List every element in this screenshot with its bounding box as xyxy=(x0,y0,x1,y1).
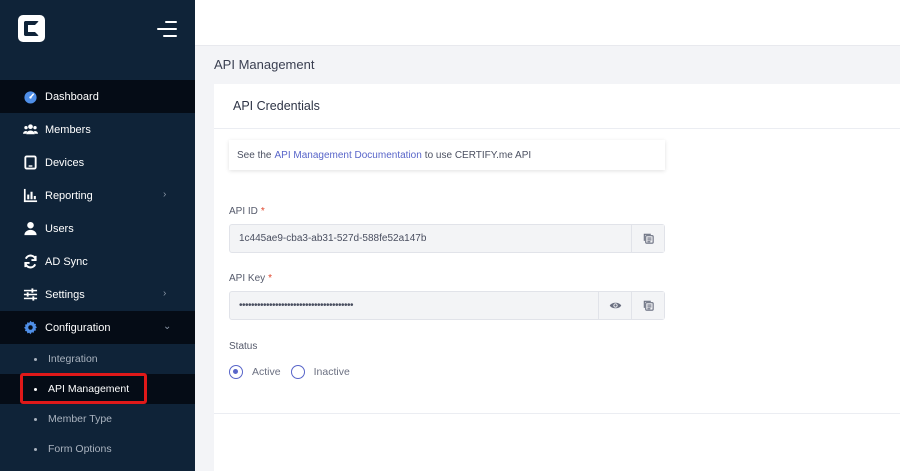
members-icon xyxy=(22,122,38,138)
api-key-label: API Key * xyxy=(229,273,272,284)
user-icon xyxy=(22,221,38,237)
card-title: API Credentials xyxy=(214,84,900,129)
api-id-value[interactable]: 1c445ae9-cba3-ab31-527d-588fe52a147b xyxy=(230,233,631,244)
eye-icon xyxy=(609,302,621,309)
sidebar-subitem-integration[interactable]: Integration xyxy=(0,344,195,374)
chevron-right-icon[interactable]: › xyxy=(163,190,173,200)
radio-label: Active xyxy=(252,366,281,378)
radio-checked-icon[interactable] xyxy=(229,365,243,379)
sidebar-item-configuration[interactable]: Configuration ⌄ xyxy=(0,311,195,344)
certify-logo[interactable] xyxy=(18,15,45,42)
notice-suffix: to use CERTIFY.me API xyxy=(424,149,532,161)
sidebar-item-label: Settings xyxy=(45,288,85,301)
card-divider xyxy=(214,413,900,414)
sliders-icon xyxy=(22,287,38,303)
api-id-label-text: API ID xyxy=(229,206,258,217)
sidebar-item-users[interactable]: Users xyxy=(0,212,195,245)
api-id-field[interactable]: 1c445ae9-cba3-ab31-527d-588fe52a147b xyxy=(229,224,665,253)
sidebar-item-label: Dashboard xyxy=(45,90,99,103)
sidebar-item-devices[interactable]: Devices xyxy=(0,146,195,179)
status-active-radio[interactable]: Active xyxy=(229,365,281,379)
page-title: API Management xyxy=(214,57,315,72)
sidebar-subitem-label: Integration xyxy=(48,353,98,365)
api-credentials-card: API Credentials See the API Management D… xyxy=(214,84,900,471)
devices-icon xyxy=(22,155,38,171)
bullet-icon xyxy=(34,387,37,391)
bullet-icon xyxy=(34,357,37,361)
reporting-icon xyxy=(22,188,38,204)
sidebar-item-label: Reporting xyxy=(45,189,93,202)
sidebar-item-settings[interactable]: Settings › xyxy=(0,278,195,311)
sidebar-item-ad-sync[interactable]: AD Sync xyxy=(0,245,195,278)
sidebar-subitem-label: API Management xyxy=(48,383,130,395)
required-marker: * xyxy=(268,273,273,284)
sidebar-item-label: AD Sync xyxy=(45,255,88,268)
sidebar-subitem-api-management[interactable]: API Management xyxy=(0,374,195,404)
top-bar xyxy=(195,0,900,46)
sync-icon xyxy=(22,254,38,270)
sidebar: Dashboard Members Devices Reporting › Us… xyxy=(0,0,195,471)
radio-label: Inactive xyxy=(313,366,350,378)
sidebar-item-label: Members xyxy=(45,123,91,136)
copy-api-id-button[interactable] xyxy=(631,225,664,252)
sidebar-subitem-member-type[interactable]: Member Type xyxy=(0,404,195,434)
gear-icon xyxy=(22,320,38,336)
sidebar-item-label: Devices xyxy=(45,156,85,169)
api-key-value[interactable]: •••••••••••••••••••••••••••••••••••••• xyxy=(230,300,598,311)
toggle-visibility-button[interactable] xyxy=(598,292,631,319)
copy-icon xyxy=(643,233,654,244)
sidebar-subitem-label: Form Options xyxy=(48,443,112,455)
sidebar-item-members[interactable]: Members xyxy=(0,113,195,146)
copy-api-key-button[interactable] xyxy=(631,292,664,319)
api-key-field[interactable]: •••••••••••••••••••••••••••••••••••••• xyxy=(229,291,665,320)
documentation-notice: See the API Management Documentation to … xyxy=(229,140,665,170)
sidebar-nav: Dashboard Members Devices Reporting › Us… xyxy=(0,80,195,464)
chevron-right-icon[interactable]: › xyxy=(163,289,173,299)
sidebar-item-label: Users xyxy=(45,222,74,235)
required-marker: * xyxy=(260,206,265,217)
bullet-icon xyxy=(34,417,37,421)
status-label: Status xyxy=(229,341,258,352)
menu-toggle-icon[interactable] xyxy=(157,20,177,37)
status-inactive-radio[interactable]: Inactive xyxy=(290,365,350,379)
copy-icon xyxy=(643,300,654,311)
bullet-icon xyxy=(34,447,37,451)
chevron-down-icon[interactable]: ⌄ xyxy=(163,322,173,332)
api-docs-link[interactable]: API Management Documentation xyxy=(274,150,421,161)
api-key-label-text: API Key xyxy=(229,273,266,284)
sidebar-subitem-form-options[interactable]: Form Options xyxy=(0,434,195,464)
dashboard-icon xyxy=(22,89,38,105)
notice-prefix: See the xyxy=(237,149,272,161)
sidebar-subitem-label: Member Type xyxy=(48,413,112,425)
status-radio-group: Active Inactive xyxy=(229,365,360,379)
sidebar-item-label: Configuration xyxy=(45,321,111,334)
radio-unchecked-icon[interactable] xyxy=(290,365,305,379)
sidebar-item-reporting[interactable]: Reporting › xyxy=(0,179,195,212)
sidebar-item-dashboard[interactable]: Dashboard xyxy=(0,80,195,113)
api-id-label: API ID * xyxy=(229,206,265,217)
